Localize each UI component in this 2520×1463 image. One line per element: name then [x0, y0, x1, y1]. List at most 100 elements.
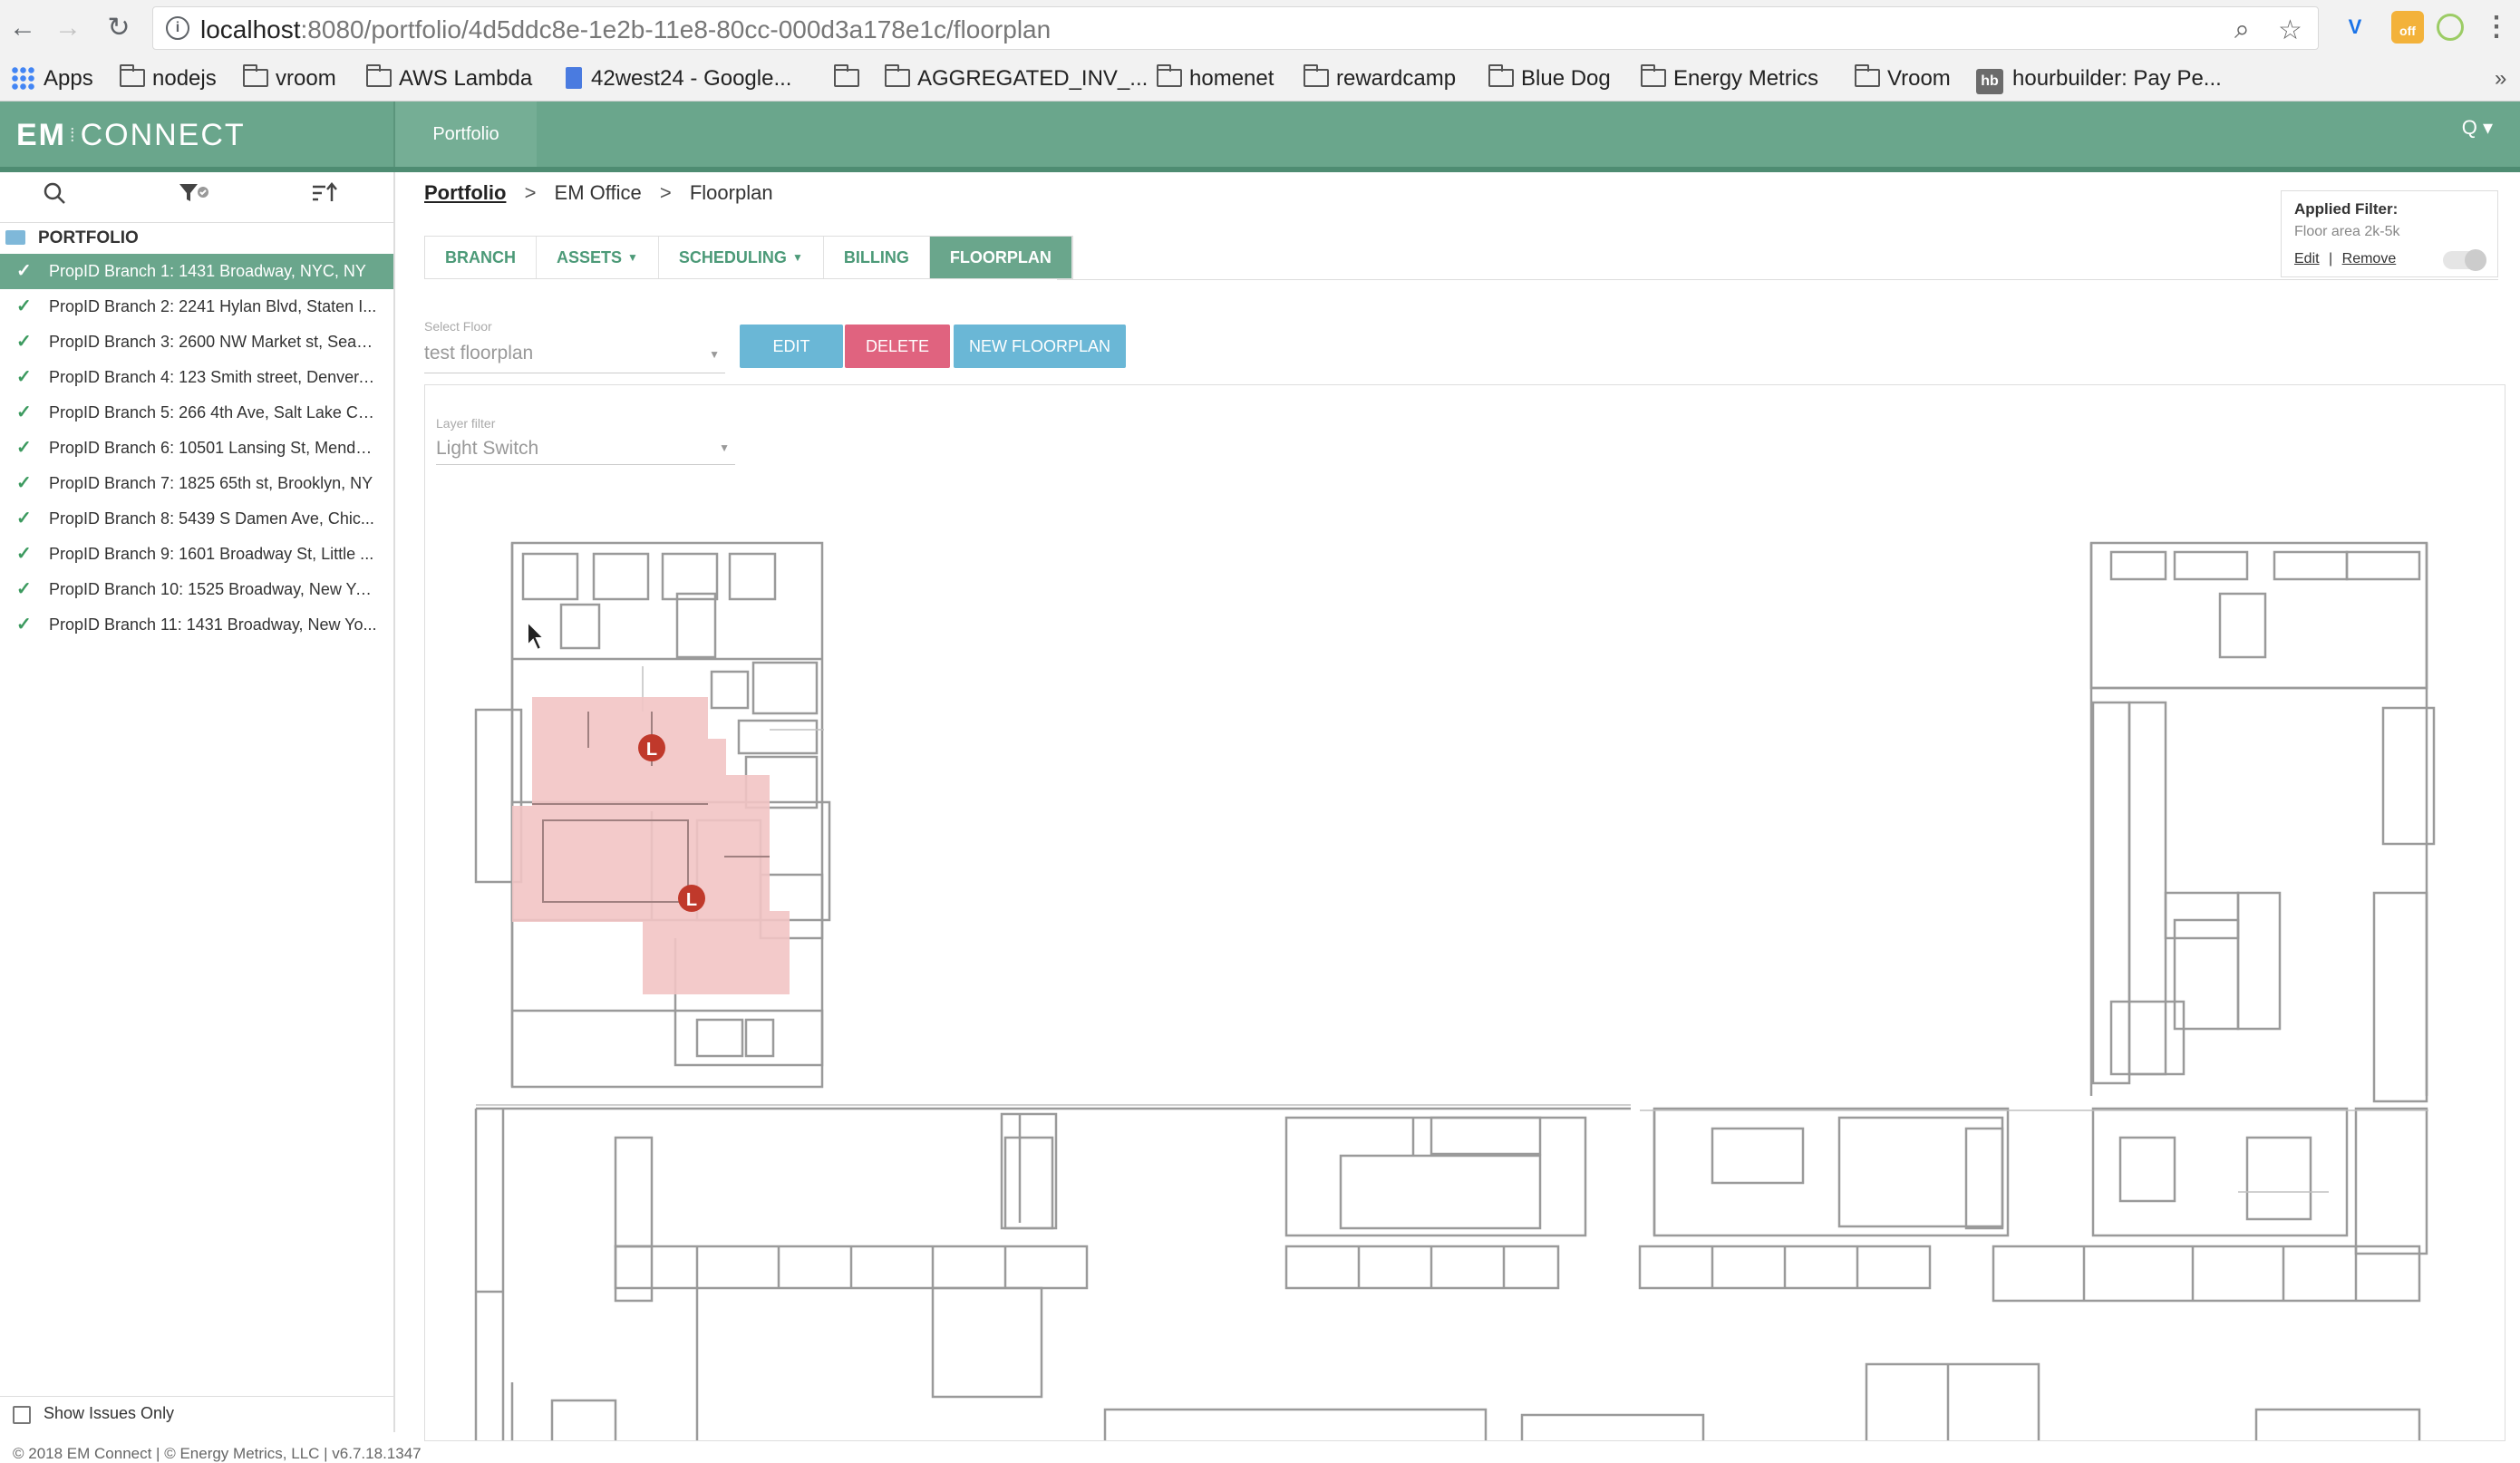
- show-issues-toggle[interactable]: Show Issues Only: [0, 1396, 393, 1432]
- bookmark-42west24[interactable]: 42west24 - Google...: [566, 63, 791, 94]
- check-icon: ✓: [16, 261, 32, 281]
- check-icon: ✓: [16, 579, 32, 599]
- tab-floorplan[interactable]: FLOORPLAN: [929, 237, 1072, 278]
- bookmark-unnamed-folder[interactable]: [834, 63, 867, 94]
- sidebar-item-branch-6[interactable]: ✓ PropID Branch 6: 10501 Lansing St, Mend…: [0, 431, 393, 466]
- browser-menu-icon[interactable]: ⋮: [2480, 11, 2513, 44]
- vue-extension-icon[interactable]: V: [2339, 11, 2371, 44]
- sidebar-item-branch-1[interactable]: ✓ PropID Branch 1: 1431 Broadway, NYC, NY: [0, 254, 393, 289]
- folder-icon: [120, 64, 145, 87]
- floorplan-drawing[interactable]: L L: [425, 385, 2505, 1441]
- breadcrumb-current: Floorplan: [689, 181, 773, 204]
- app-header: EM ⁞ CONNECT Portfolio Q ▾: [0, 102, 2520, 167]
- sidebar-item-branch-7[interactable]: ✓ PropID Branch 7: 1825 65th st, Brooklyn…: [0, 466, 393, 501]
- portfolio-sidebar: PORTFOLIO ✓ PropID Branch 1: 1431 Broadwa…: [0, 172, 395, 1432]
- bookmarks-more-icon[interactable]: »: [2495, 63, 2506, 94]
- tabs-divider: [1057, 279, 2498, 280]
- check-icon: ✓: [16, 473, 32, 493]
- breadcrumb-portfolio-link[interactable]: Portfolio: [424, 181, 506, 204]
- url-text[interactable]: localhost:8080/portfolio/4d5ddc8e-1e2b-1…: [200, 15, 1051, 44]
- select-floor-dropdown[interactable]: Select Floor test floorplan ▼: [424, 317, 725, 373]
- bookmark-vroom-2[interactable]: Vroom: [1855, 63, 1951, 94]
- sidebar-toolbar: [0, 172, 393, 223]
- nav-tab-portfolio[interactable]: Portfolio: [395, 102, 537, 167]
- breadcrumb-separator: >: [524, 181, 537, 204]
- sidebar-item-branch-2[interactable]: ✓ PropID Branch 2: 2241 Hylan Blvd, State…: [0, 289, 393, 325]
- svg-text:L: L: [686, 890, 697, 910]
- sidebar-item-branch-10[interactable]: ✓ PropID Branch 10: 1525 Broadway, New Yo…: [0, 572, 393, 607]
- mouse-cursor-icon: [527, 620, 547, 652]
- delete-button[interactable]: DELETE: [845, 325, 950, 368]
- bookmarks-bar: Apps nodejs vroom AWS Lambda 42west24 - …: [0, 56, 2520, 102]
- bookmark-energy-metrics[interactable]: Energy Metrics: [1641, 63, 1818, 94]
- bookmark-rewardcamp[interactable]: rewardcamp: [1304, 63, 1456, 94]
- folder-icon: [366, 64, 392, 87]
- url-path: :8080/portfolio/4d5ddc8e-1e2b-11e8-80cc-…: [300, 15, 1052, 44]
- sort-icon[interactable]: [306, 181, 343, 214]
- tab-scheduling[interactable]: SCHEDULING ▼: [659, 237, 824, 278]
- bookmark-nodejs[interactable]: nodejs: [120, 63, 217, 94]
- hb-icon: hb: [1976, 69, 2003, 94]
- sidebar-item-branch-8[interactable]: ✓ PropID Branch 8: 5439 S Damen Ave, Chic…: [0, 501, 393, 537]
- bookmark-hourbuilder[interactable]: hb hourbuilder: Pay Pe...: [1976, 63, 2222, 94]
- select-floor-value: test floorplan: [424, 343, 534, 363]
- show-issues-checkbox[interactable]: [13, 1406, 31, 1424]
- check-icon: ✓: [16, 544, 32, 564]
- footer-copyright: © 2018 EM Connect | © Energy Metrics, LL…: [13, 1445, 422, 1462]
- forward-arrow-icon[interactable]: →: [51, 11, 85, 45]
- check-icon: ✓: [16, 402, 32, 422]
- tab-branch[interactable]: BRANCH: [425, 237, 537, 278]
- breadcrumb: Portfolio > EM Office > Floorplan: [424, 181, 773, 205]
- applied-filter-title: Applied Filter:: [2294, 200, 2399, 218]
- bookmark-vroom[interactable]: vroom: [243, 63, 336, 94]
- folder-icon: [1855, 64, 1880, 87]
- brand-logo[interactable]: EM ⁞ CONNECT: [16, 118, 246, 153]
- extension-off-icon[interactable]: off: [2391, 11, 2424, 44]
- sidebar-item-branch-9[interactable]: ✓ PropID Branch 9: 1601 Broadway St, Litt…: [0, 537, 393, 572]
- light-switch-marker-2[interactable]: L: [678, 885, 705, 912]
- svg-text:L: L: [646, 740, 657, 760]
- filter-icon[interactable]: [178, 181, 214, 214]
- layer-filter-dropdown[interactable]: Layer filter Light Switch ▼: [436, 416, 735, 465]
- filter-toggle[interactable]: [2443, 249, 2486, 271]
- sidebar-item-branch-3[interactable]: ✓ PropID Branch 3: 2600 NW Market st, Sea…: [0, 325, 393, 360]
- site-info-icon[interactable]: i: [166, 16, 189, 40]
- bookmark-homenet[interactable]: homenet: [1157, 63, 1274, 94]
- caret-down-icon: ▼: [791, 251, 803, 264]
- check-icon: ✓: [16, 615, 32, 635]
- user-menu[interactable]: Q ▾: [2462, 116, 2493, 140]
- filter-edit-link[interactable]: Edit: [2294, 251, 2320, 266]
- tab-assets[interactable]: ASSETS ▼: [537, 237, 659, 278]
- sidebar-item-branch-5[interactable]: ✓ PropID Branch 5: 266 4th Ave, Salt Lake…: [0, 395, 393, 431]
- sidebar-item-branch-11[interactable]: ✓ PropID Branch 11: 1431 Broadway, New Yo…: [0, 607, 393, 643]
- edit-button[interactable]: EDIT: [740, 325, 843, 368]
- bookmark-apps[interactable]: Apps: [11, 63, 93, 94]
- tab-billing[interactable]: BILLING: [824, 237, 930, 278]
- extension-circle-icon[interactable]: [2437, 14, 2464, 41]
- bookmark-aws-lambda[interactable]: AWS Lambda: [366, 63, 532, 94]
- new-floorplan-button[interactable]: NEW FLOORPLAN: [954, 325, 1126, 368]
- bookmark-blue-dog[interactable]: Blue Dog: [1488, 63, 1611, 94]
- bookmark-aggregated-inv[interactable]: AGGREGATED_INV_...: [885, 63, 1148, 94]
- light-switch-marker-1[interactable]: L: [638, 734, 665, 761]
- branch-list: ✓ PropID Branch 1: 1431 Broadway, NYC, NY…: [0, 254, 393, 643]
- zoom-icon[interactable]: ⌕: [2234, 15, 2250, 45]
- reload-icon[interactable]: ↻: [102, 11, 136, 45]
- applied-filter-panel: Applied Filter: Floor area 2k-5k Edit | …: [2281, 190, 2498, 277]
- bookmark-star-icon[interactable]: ☆: [2278, 15, 2302, 46]
- address-bar[interactable]: i localhost:8080/portfolio/4d5ddc8e-1e2b…: [152, 6, 2319, 50]
- check-icon: ✓: [16, 509, 32, 528]
- show-issues-label: Show Issues Only: [44, 1404, 175, 1422]
- apps-grid-icon: [11, 66, 34, 90]
- sidebar-portfolio-root[interactable]: PORTFOLIO: [0, 223, 393, 254]
- select-floor-label: Select Floor: [424, 319, 492, 334]
- sidebar-item-branch-4[interactable]: ✓ PropID Branch 4: 123 Smith street, Denv…: [0, 360, 393, 395]
- filter-remove-link[interactable]: Remove: [2342, 251, 2397, 266]
- floorplan-canvas[interactable]: L L Layer filter Light Switch ▼: [424, 384, 2505, 1441]
- applied-filter-actions: Edit | Remove: [2294, 251, 2396, 267]
- search-icon[interactable]: [36, 181, 73, 214]
- back-arrow-icon[interactable]: ←: [5, 11, 40, 45]
- folder-icon: [243, 64, 268, 87]
- folder-icon: [1304, 64, 1329, 87]
- sidebar-root-label: PORTFOLIO: [38, 228, 139, 247]
